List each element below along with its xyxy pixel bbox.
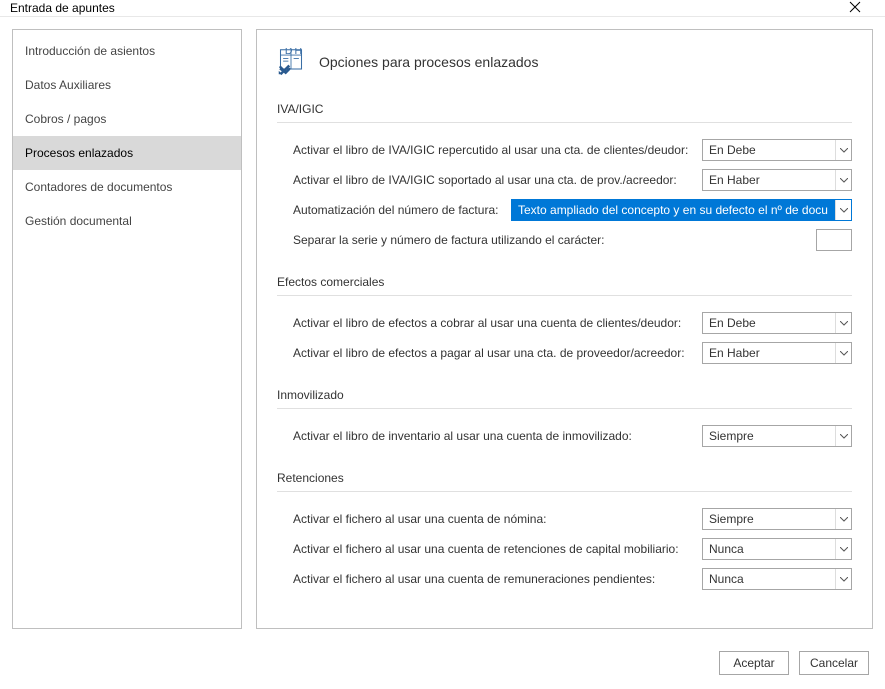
row-efectos-pagar: Activar el libro de efectos a pagar al u… (277, 338, 852, 368)
row-inventario: Activar el libro de inventario al usar u… (277, 421, 852, 451)
row-retenciones-remuneraciones: Activar el fichero al usar una cuenta de… (277, 564, 852, 594)
dropdown-value: En Debe (703, 316, 835, 330)
dropdown-value: En Haber (703, 346, 835, 360)
label-separar-serie: Separar la serie y número de factura uti… (293, 233, 808, 247)
chevron-down-icon (835, 313, 851, 333)
sidebar-item-label: Cobros / pagos (25, 112, 106, 126)
window-title: Entrada de apuntes (10, 1, 835, 15)
dropdown-value: Siempre (703, 429, 835, 443)
row-separar-serie: Separar la serie y número de factura uti… (277, 225, 852, 255)
sidebar-item-label: Gestión documental (25, 214, 132, 228)
chevron-down-icon (835, 343, 851, 363)
sidebar-item-introduccion[interactable]: Introducción de asientos (13, 34, 241, 68)
cancel-button[interactable]: Cancelar (799, 651, 869, 675)
dropdown-value: Nunca (703, 542, 835, 556)
dropdown-inventario[interactable]: Siempre (702, 425, 852, 447)
svg-text:H: H (295, 48, 303, 57)
dropdown-value: Texto ampliado del concepto y en su defe… (512, 200, 835, 220)
chevron-down-icon (835, 140, 851, 160)
chevron-down-icon (835, 200, 851, 220)
chevron-down-icon (835, 569, 851, 589)
row-efectos-cobrar: Activar el libro de efectos a cobrar al … (277, 308, 852, 338)
section-iva: IVA/IGIC Activar el libro de IVA/IGIC re… (277, 98, 852, 255)
panel-title: Opciones para procesos enlazados (319, 54, 538, 70)
svg-text:D: D (285, 48, 293, 57)
dropdown-retenciones-remuneraciones[interactable]: Nunca (702, 568, 852, 590)
label-retenciones-capital: Activar el fichero al usar una cuenta de… (293, 542, 694, 556)
dropdown-value: En Haber (703, 173, 835, 187)
row-iva-soportado: Activar el libro de IVA/IGIC soportado a… (277, 165, 852, 195)
dropdown-value: Nunca (703, 572, 835, 586)
dropdown-value: En Debe (703, 143, 835, 157)
row-retenciones-nomina: Activar el fichero al usar una cuenta de… (277, 504, 852, 534)
section-title-inmovilizado: Inmovilizado (277, 384, 852, 409)
close-icon (849, 1, 861, 13)
sidebar-item-label: Contadores de documentos (25, 180, 172, 194)
label-retenciones-nomina: Activar el fichero al usar una cuenta de… (293, 512, 694, 526)
chevron-down-icon (835, 426, 851, 446)
sidebar-item-label: Datos Auxiliares (25, 78, 111, 92)
row-retenciones-capital: Activar el fichero al usar una cuenta de… (277, 534, 852, 564)
dropdown-auto-num-factura[interactable]: Texto ampliado del concepto y en su defe… (511, 199, 852, 221)
section-title-retenciones: Retenciones (277, 467, 852, 492)
dropdown-efectos-pagar[interactable]: En Haber (702, 342, 852, 364)
section-retenciones: Retenciones Activar el fichero al usar u… (277, 467, 852, 594)
label-retenciones-remuneraciones: Activar el fichero al usar una cuenta de… (293, 572, 694, 586)
dropdown-retenciones-capital[interactable]: Nunca (702, 538, 852, 560)
label-iva-soportado: Activar el libro de IVA/IGIC soportado a… (293, 173, 694, 187)
chevron-down-icon (835, 509, 851, 529)
label-efectos-cobrar: Activar el libro de efectos a cobrar al … (293, 316, 694, 330)
main-panel: D H Opciones para procesos enlazados IVA… (256, 29, 873, 629)
label-inventario: Activar el libro de inventario al usar u… (293, 429, 694, 443)
dropdown-retenciones-nomina[interactable]: Siempre (702, 508, 852, 530)
panel-header: D H Opciones para procesos enlazados (277, 48, 852, 76)
ledger-icon: D H (277, 48, 305, 76)
label-iva-repercutido: Activar el libro de IVA/IGIC repercutido… (293, 143, 694, 157)
accept-button[interactable]: Aceptar (719, 651, 789, 675)
label-auto-num: Automatización del número de factura: (293, 203, 503, 217)
section-efectos: Efectos comerciales Activar el libro de … (277, 271, 852, 368)
dropdown-iva-repercutido[interactable]: En Debe (702, 139, 852, 161)
section-title-efectos: Efectos comerciales (277, 271, 852, 296)
dropdown-iva-soportado[interactable]: En Haber (702, 169, 852, 191)
button-bar: Aceptar Cancelar (0, 641, 885, 689)
dialog-body: Introducción de asientos Datos Auxiliare… (0, 17, 885, 641)
row-iva-repercutido: Activar el libro de IVA/IGIC repercutido… (277, 135, 852, 165)
button-label: Aceptar (733, 656, 774, 670)
row-auto-num-factura: Automatización del número de factura: Te… (277, 195, 852, 225)
titlebar: Entrada de apuntes (0, 0, 885, 17)
chevron-down-icon (835, 539, 851, 559)
sidebar-item-procesos-enlazados[interactable]: Procesos enlazados (13, 136, 241, 170)
sidebar-item-datos-auxiliares[interactable]: Datos Auxiliares (13, 68, 241, 102)
chevron-down-icon (835, 170, 851, 190)
sidebar-item-label: Introducción de asientos (25, 44, 155, 58)
section-title-iva: IVA/IGIC (277, 98, 852, 123)
input-separar-caracter[interactable] (816, 229, 852, 251)
sidebar-item-contadores[interactable]: Contadores de documentos (13, 170, 241, 204)
sidebar-item-cobros-pagos[interactable]: Cobros / pagos (13, 102, 241, 136)
sidebar-item-gestion-documental[interactable]: Gestión documental (13, 204, 241, 238)
label-efectos-pagar: Activar el libro de efectos a pagar al u… (293, 346, 694, 360)
dropdown-efectos-cobrar[interactable]: En Debe (702, 312, 852, 334)
sidebar-item-label: Procesos enlazados (25, 146, 133, 160)
close-button[interactable] (835, 0, 875, 16)
button-label: Cancelar (810, 656, 858, 670)
dropdown-value: Siempre (703, 512, 835, 526)
section-inmovilizado: Inmovilizado Activar el libro de inventa… (277, 384, 852, 451)
sidebar: Introducción de asientos Datos Auxiliare… (12, 29, 242, 629)
